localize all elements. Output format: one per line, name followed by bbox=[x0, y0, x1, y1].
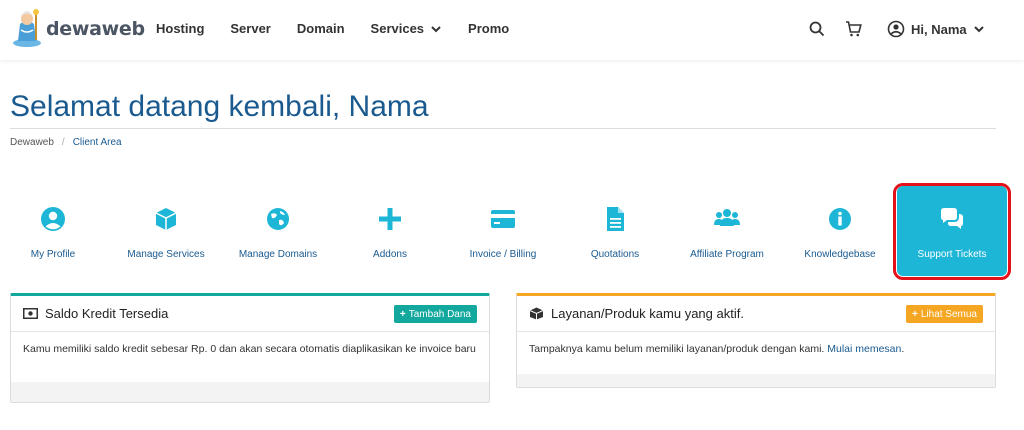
info-icon bbox=[829, 208, 851, 230]
cube-icon bbox=[155, 208, 177, 230]
tile-label: My Profile bbox=[30, 249, 76, 260]
plus-icon bbox=[379, 208, 401, 230]
nav-label: Domain bbox=[296, 21, 345, 36]
tile-label: Support Tickets bbox=[917, 249, 987, 260]
nav-hosting[interactable]: Hosting bbox=[156, 21, 204, 36]
panel-title: Layanan/Produk kamu yang aktif. bbox=[551, 306, 744, 321]
breadcrumb-current: Client Area bbox=[72, 137, 122, 148]
panel-header: Layanan/Produk kamu yang aktif. + Lihat … bbox=[517, 296, 995, 332]
comments-icon bbox=[941, 208, 963, 229]
dewaweb-logo[interactable]: dewaweb bbox=[10, 6, 145, 50]
tile-label: Quotations bbox=[590, 249, 640, 260]
money-bill-icon bbox=[23, 308, 38, 319]
page-title: Selamat datang kembali, Nama bbox=[10, 90, 429, 123]
chevron-down-icon bbox=[431, 25, 441, 32]
top-header: dewaweb Hosting Server Domain Services P… bbox=[0, 0, 1024, 60]
breadcrumb-separator: / bbox=[61, 137, 65, 148]
plus-icon: + bbox=[399, 308, 406, 320]
panel-title: Saldo Kredit Tersedia bbox=[45, 306, 169, 321]
tile-quotations[interactable]: Quotations bbox=[559, 186, 671, 276]
mascot-logo-icon bbox=[13, 9, 41, 47]
panel-text: Tampaknya kamu belum memiliki layanan/pr… bbox=[529, 343, 825, 355]
user-menu[interactable]: Hi, Nama bbox=[887, 20, 991, 38]
tile-my-profile[interactable]: My Profile bbox=[0, 186, 109, 276]
tile-label: Invoice / Billing bbox=[469, 249, 537, 260]
panel-body: Tampaknya kamu belum memiliki layanan/pr… bbox=[529, 341, 983, 357]
nav-label: Hosting bbox=[156, 21, 205, 36]
nav-server[interactable]: Server bbox=[230, 21, 270, 36]
nav-services[interactable]: Services bbox=[371, 21, 443, 36]
breadcrumb: Dewaweb / Client Area bbox=[10, 137, 122, 148]
tile-manage-services[interactable]: Manage Services bbox=[110, 186, 222, 276]
main-nav: Hosting Server Domain Services Promo bbox=[156, 21, 535, 36]
tile-manage-domains[interactable]: Manage Domains bbox=[222, 186, 334, 276]
credit-card-icon bbox=[491, 210, 515, 228]
brand-name: dewaweb bbox=[46, 18, 145, 40]
tile-affiliate-program[interactable]: Affiliate Program bbox=[671, 186, 783, 276]
panel-header: Saldo Kredit Tersedia + Tambah Dana bbox=[11, 296, 489, 332]
tile-label: Addons bbox=[373, 249, 407, 260]
start-ordering-link[interactable]: Mulai memesan bbox=[827, 343, 901, 355]
divider bbox=[10, 128, 996, 129]
document-icon bbox=[607, 207, 624, 231]
credit-panel: Saldo Kredit Tersedia + Tambah Dana Kamu… bbox=[10, 293, 490, 403]
panel-body: Kamu memiliki saldo kredit sebesar Rp. 0… bbox=[23, 343, 476, 355]
cart-icon[interactable] bbox=[845, 20, 863, 38]
view-all-button[interactable]: + Lihat Semua bbox=[906, 305, 983, 323]
button-label: Lihat Semua bbox=[920, 308, 977, 320]
users-icon bbox=[714, 209, 740, 226]
tile-label: Manage Domains bbox=[238, 249, 318, 260]
user-greeting: Hi, Nama bbox=[911, 21, 967, 37]
breadcrumb-home[interactable]: Dewaweb bbox=[10, 137, 54, 148]
nav-promo[interactable]: Promo bbox=[468, 21, 509, 36]
tile-label: Affiliate Program bbox=[690, 249, 764, 260]
punctuation: . bbox=[901, 343, 905, 355]
user-circle-icon bbox=[887, 20, 905, 38]
plus-icon: + bbox=[912, 308, 918, 320]
tile-invoice-billing[interactable]: Invoice / Billing bbox=[447, 186, 559, 276]
quick-links: My Profile Manage Services Manage Domain… bbox=[0, 186, 1024, 276]
nav-label: Promo bbox=[468, 21, 510, 36]
user-circle-icon bbox=[41, 207, 65, 231]
chevron-down-icon bbox=[973, 26, 984, 33]
search-icon[interactable] bbox=[808, 20, 826, 38]
tile-label: Manage Services bbox=[127, 249, 205, 260]
nav-label: Server bbox=[230, 21, 271, 36]
tile-addons[interactable]: Addons bbox=[334, 186, 446, 276]
tile-knowledgebase[interactable]: Knowledgebase bbox=[784, 186, 896, 276]
cube-icon bbox=[529, 307, 544, 320]
globe-icon bbox=[267, 208, 289, 230]
nav-label: Services bbox=[370, 21, 425, 36]
active-services-panel: Layanan/Produk kamu yang aktif. + Lihat … bbox=[516, 293, 996, 388]
add-funds-button[interactable]: + Tambah Dana bbox=[393, 305, 477, 323]
nav-domain[interactable]: Domain bbox=[297, 21, 345, 36]
tile-support-tickets[interactable]: Support Tickets bbox=[897, 186, 1007, 276]
panel-footer bbox=[11, 382, 489, 402]
button-label: Tambah Dana bbox=[408, 308, 471, 320]
panel-footer bbox=[517, 374, 995, 387]
tile-label: Knowledgebase bbox=[804, 249, 876, 260]
